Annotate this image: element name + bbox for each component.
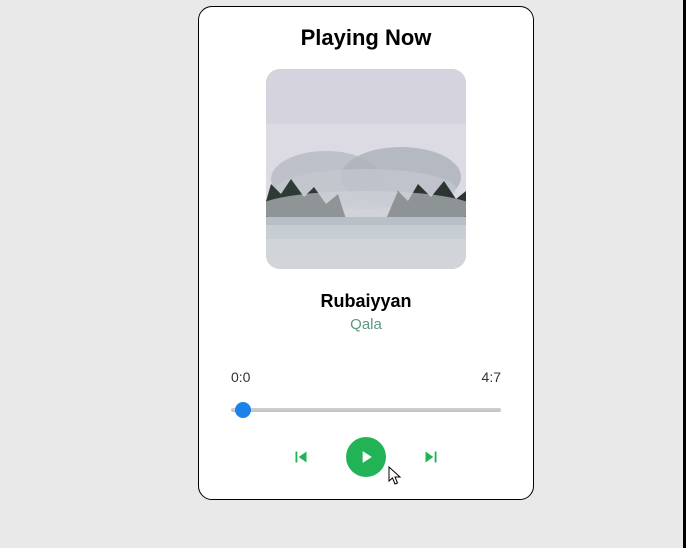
total-time: 4:7 <box>482 369 501 385</box>
playback-controls <box>290 437 442 477</box>
next-button[interactable] <box>420 446 442 468</box>
previous-button[interactable] <box>290 446 312 468</box>
progress-thumb[interactable] <box>235 402 251 418</box>
music-player-card: Playing Now Rubaiyyan Qala 0:0 4:7 <box>198 6 534 500</box>
skip-next-icon <box>420 446 442 468</box>
track-title: Rubaiyyan <box>320 291 411 312</box>
page-title: Playing Now <box>301 25 432 51</box>
progress-track <box>231 408 501 412</box>
play-button[interactable] <box>346 437 386 477</box>
track-artist: Qala <box>350 316 382 333</box>
current-time: 0:0 <box>231 369 250 385</box>
skip-previous-icon <box>290 446 312 468</box>
progress-slider[interactable] <box>231 401 501 419</box>
play-icon <box>356 447 376 467</box>
time-row: 0:0 4:7 <box>231 369 501 385</box>
album-artwork <box>266 69 466 269</box>
